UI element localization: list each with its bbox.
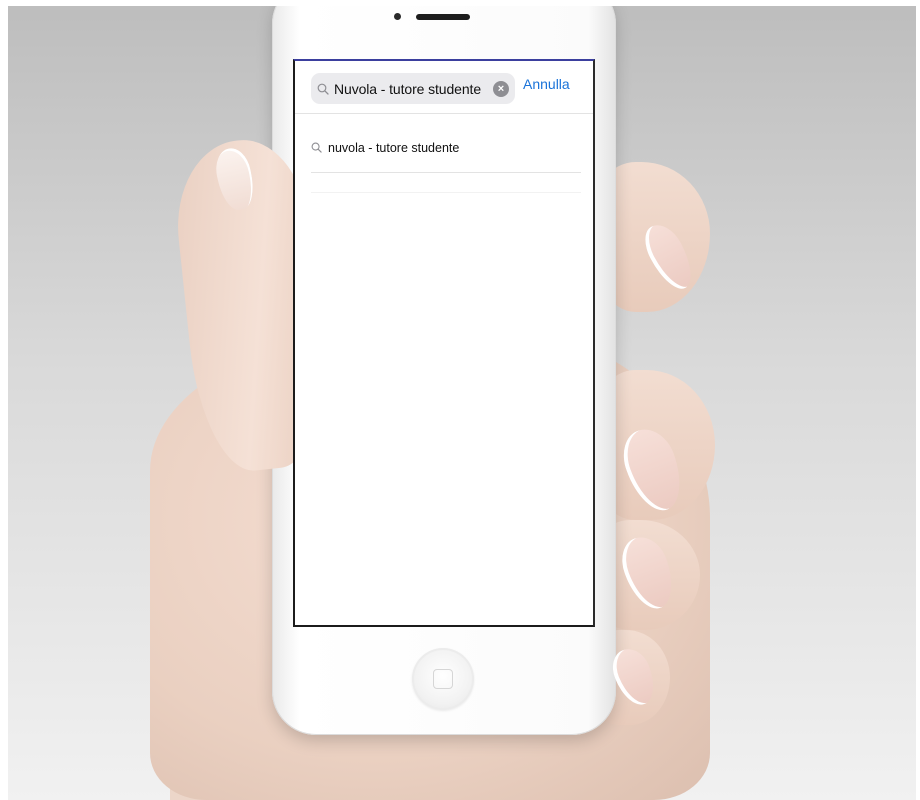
front-camera <box>394 13 401 20</box>
search-query-text[interactable]: Nuvola - tutore studente <box>334 81 493 97</box>
search-input[interactable]: Nuvola - tutore studente × <box>311 73 515 104</box>
divider <box>311 192 581 193</box>
cancel-button[interactable]: Annulla <box>523 76 570 92</box>
phone-screen: Nuvola - tutore studente × Annulla nuvol… <box>293 59 595 627</box>
frame-right <box>916 0 920 800</box>
search-suggestion[interactable]: nuvola - tutore studente <box>311 131 581 173</box>
search-icon <box>311 142 322 153</box>
earpiece <box>416 14 470 20</box>
frame-left <box>0 0 8 800</box>
frame-top <box>0 0 920 6</box>
clear-icon[interactable]: × <box>493 80 509 97</box>
search-icon <box>317 83 329 95</box>
home-button[interactable] <box>412 648 474 710</box>
search-bar: Nuvola - tutore studente × Annulla <box>295 61 593 114</box>
photo-scene: Nuvola - tutore studente × Annulla nuvol… <box>0 0 920 800</box>
suggestion-text: nuvola - tutore studente <box>328 140 460 155</box>
